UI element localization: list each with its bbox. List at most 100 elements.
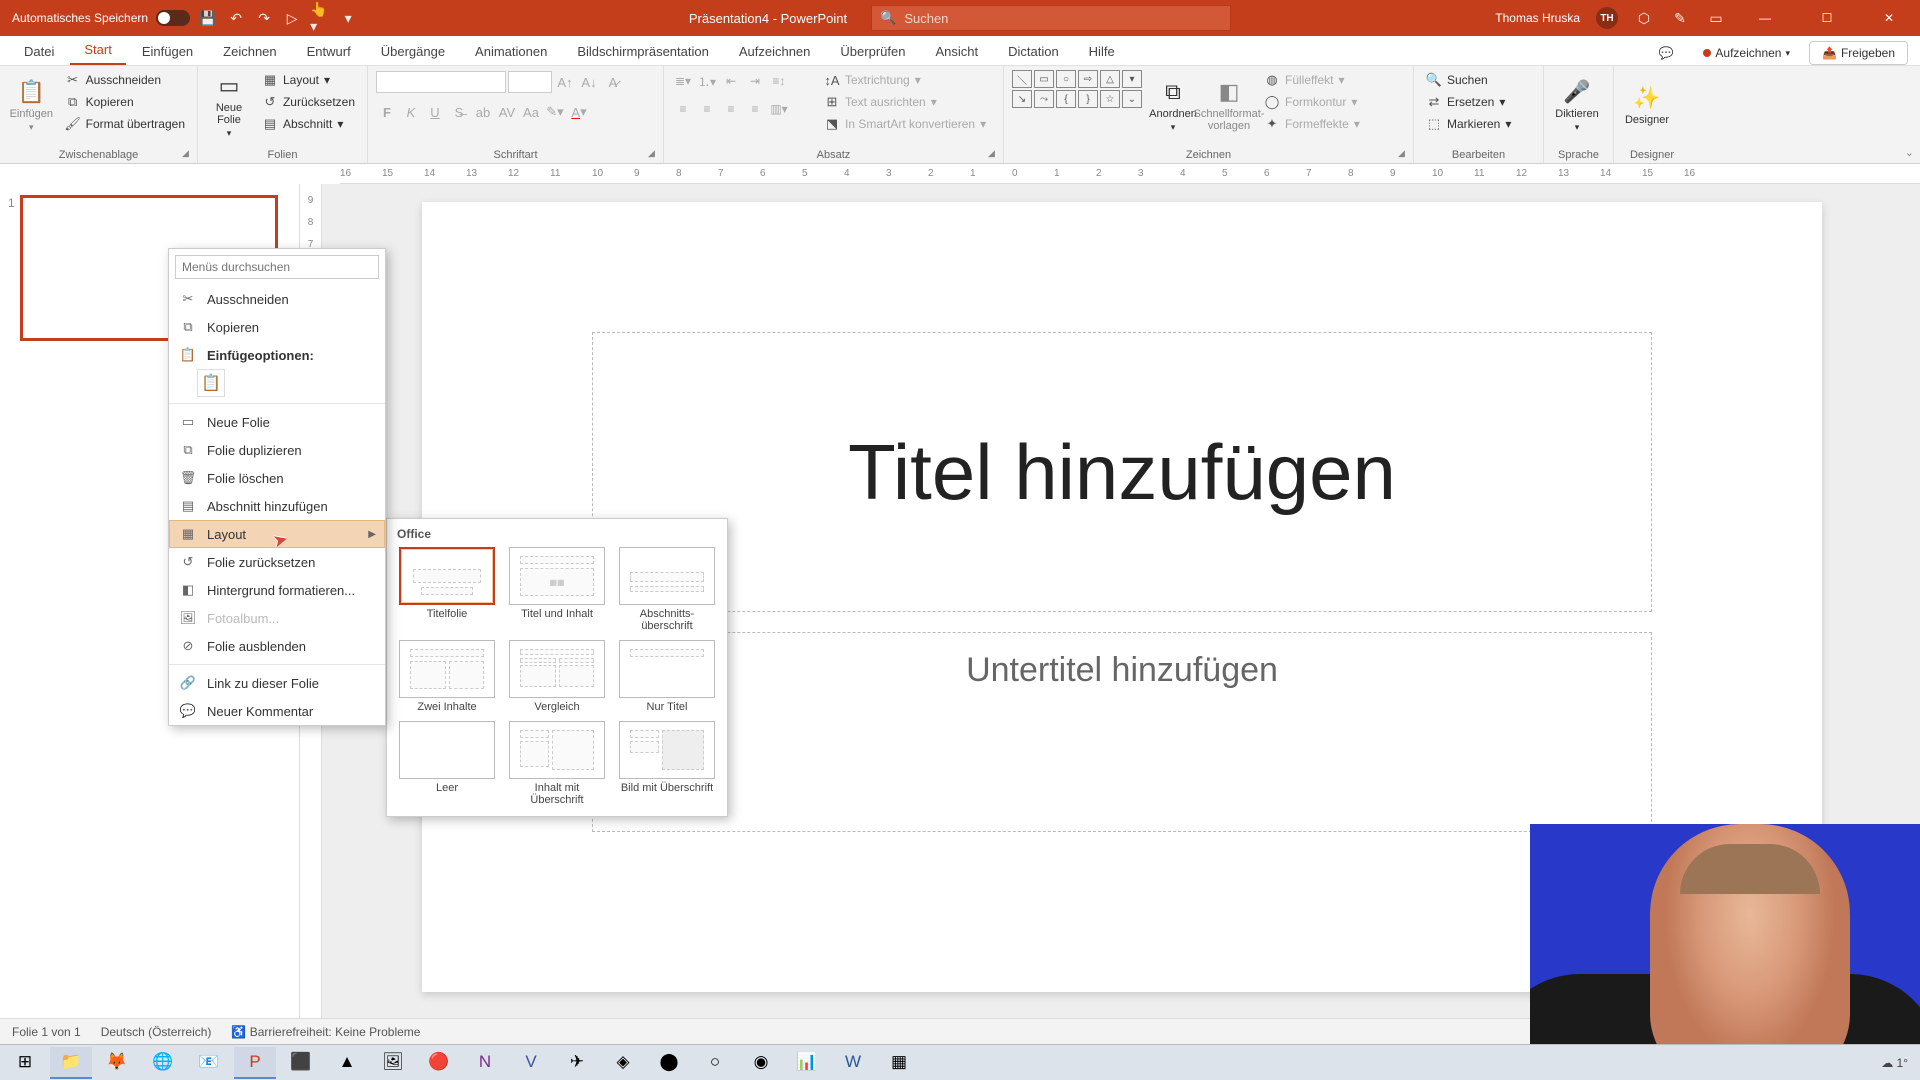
ctx-add-section[interactable]: ▤Abschnitt hinzufügen — [169, 492, 385, 520]
numbering-icon[interactable]: ⒈▾ — [696, 70, 718, 92]
ribbon-collapse-icon[interactable]: ⌄ — [1905, 146, 1914, 159]
align-right-icon[interactable]: ≡ — [720, 98, 742, 120]
ctx-new-comment[interactable]: 💬Neuer Kommentar — [169, 697, 385, 725]
start-menu-icon[interactable]: ⊞ — [4, 1047, 46, 1079]
ctx-duplicate-slide[interactable]: ⧉Folie duplizieren — [169, 436, 385, 464]
outlook-icon[interactable]: 📧 — [188, 1047, 230, 1079]
start-from-beginning-icon[interactable]: ▷ — [282, 8, 302, 28]
font-color-icon[interactable]: A▾ — [568, 101, 590, 123]
user-avatar[interactable]: TH — [1596, 7, 1618, 29]
app-icon-6[interactable]: ◉ — [740, 1047, 782, 1079]
select-button[interactable]: ⬚Markieren ▾ — [1422, 114, 1515, 134]
format-painter-button[interactable]: 🖌Format übertragen — [61, 114, 189, 134]
find-button[interactable]: 🔍Suchen — [1422, 70, 1515, 90]
indent-dec-icon[interactable]: ⇤ — [720, 70, 742, 92]
app-icon-7[interactable]: 📊 — [786, 1047, 828, 1079]
section-button[interactable]: ▤Abschnitt ▾ — [258, 114, 359, 134]
tab-uebergaenge[interactable]: Übergänge — [367, 38, 459, 65]
font-launcher-icon[interactable]: ◢ — [648, 148, 660, 160]
app-icon-1[interactable]: ⬛ — [280, 1047, 322, 1079]
layout-option-3[interactable]: Zwei Inhalte — [397, 640, 497, 713]
shapes-gallery[interactable]: ＼ ▭ ○ ⇨ △ ▾ ↘ ⤳ { } ☆ ⌄ — [1012, 70, 1142, 108]
app-icon-5[interactable]: ○ — [694, 1047, 736, 1079]
ribbon-display-icon[interactable]: ▭ — [1706, 8, 1726, 28]
word-icon[interactable]: W — [832, 1047, 874, 1079]
obs-icon[interactable]: ⬤ — [648, 1047, 690, 1079]
columns-icon[interactable]: ▥▾ — [768, 98, 790, 120]
menu-search-input[interactable] — [175, 255, 379, 279]
justify-icon[interactable]: ≡ — [744, 98, 766, 120]
tab-hilfe[interactable]: Hilfe — [1075, 38, 1129, 65]
clear-format-icon[interactable]: A̷ — [602, 71, 624, 93]
layout-option-4[interactable]: Vergleich — [507, 640, 607, 713]
designer-button[interactable]: ✨Designer — [1622, 70, 1672, 140]
tab-aufzeichnen[interactable]: Aufzeichnen — [725, 38, 825, 65]
layout-option-2[interactable]: Abschnitts-überschrift — [617, 547, 717, 632]
dictate-button[interactable]: 🎤Diktieren▾ — [1552, 70, 1602, 140]
app-icon-3[interactable]: 🔴 — [418, 1047, 460, 1079]
tray-weather-icon[interactable]: ☁ 1° — [1881, 1056, 1908, 1070]
ctx-cut[interactable]: ✂Ausschneiden — [169, 285, 385, 313]
copy-button[interactable]: ⧉Kopieren — [61, 92, 189, 112]
touch-mode-icon[interactable]: 👆▾ — [310, 8, 330, 28]
new-slide-button[interactable]: ▭Neue Folie▾ — [206, 70, 252, 140]
case-icon[interactable]: Aa — [520, 101, 542, 123]
fill-effect-button[interactable]: ◍Fülleffekt ▾ — [1260, 70, 1364, 90]
shape-triangle-icon[interactable]: △ — [1100, 70, 1120, 88]
tab-start[interactable]: Start — [70, 36, 125, 65]
ctx-hide-slide[interactable]: ⊘Folie ausblenden — [169, 632, 385, 660]
comments-icon[interactable]: 💬 — [1647, 41, 1684, 65]
ctx-layout[interactable]: ▦Layout▶ — [169, 520, 385, 548]
layout-button[interactable]: ▦Layout ▾ — [258, 70, 359, 90]
spacing-icon[interactable]: AV — [496, 101, 518, 123]
close-button[interactable]: ✕ — [1866, 0, 1912, 36]
font-size-combo[interactable] — [508, 71, 552, 93]
align-text-button[interactable]: ⊞Text ausrichten ▾ — [820, 92, 990, 112]
share-button[interactable]: 📤Freigeben — [1809, 41, 1908, 65]
title-placeholder[interactable]: Titel hinzufügen — [592, 332, 1652, 612]
shape-rect-icon[interactable]: ▭ — [1034, 70, 1054, 88]
shape-star-icon[interactable]: ☆ — [1100, 90, 1120, 108]
layout-option-6[interactable]: Leer — [397, 721, 497, 806]
shape-brace2-icon[interactable]: } — [1078, 90, 1098, 108]
shadow-icon[interactable]: ab — [472, 101, 494, 123]
ctx-new-slide[interactable]: ▭Neue Folie — [169, 408, 385, 436]
align-left-icon[interactable]: ≡ — [672, 98, 694, 120]
save-icon[interactable]: 💾 — [198, 8, 218, 28]
firefox-icon[interactable]: 🦊 — [96, 1047, 138, 1079]
align-center-icon[interactable]: ≡ — [696, 98, 718, 120]
reset-button[interactable]: ↺Zurücksetzen — [258, 92, 359, 112]
tab-dictation[interactable]: Dictation — [994, 38, 1073, 65]
subtitle-placeholder[interactable]: Untertitel hinzufügen — [592, 632, 1652, 832]
app-icon-2[interactable]: 🖼 — [372, 1047, 414, 1079]
ctx-format-background[interactable]: ◧Hintergrund formatieren... — [169, 576, 385, 604]
cut-button[interactable]: ✂Ausschneiden — [61, 70, 189, 90]
qat-customize-icon[interactable]: ▾ — [338, 8, 358, 28]
smartart-button[interactable]: ⬔In SmartArt konvertieren ▾ — [820, 114, 990, 134]
increase-font-icon[interactable]: A↑ — [554, 71, 576, 93]
maximize-button[interactable]: ☐ — [1804, 0, 1850, 36]
tab-bildschirmpraesentation[interactable]: Bildschirmpräsentation — [563, 38, 723, 65]
tab-datei[interactable]: Datei — [10, 38, 68, 65]
app-icon-4[interactable]: ◈ — [602, 1047, 644, 1079]
shape-brace-icon[interactable]: { — [1056, 90, 1076, 108]
line-spacing-icon[interactable]: ≡↕ — [768, 70, 790, 92]
telegram-icon[interactable]: ✈ — [556, 1047, 598, 1079]
status-language[interactable]: Deutsch (Österreich) — [101, 1025, 212, 1039]
tab-zeichnen[interactable]: Zeichnen — [209, 38, 290, 65]
strike-icon[interactable]: S̶ — [448, 101, 470, 123]
ctx-copy[interactable]: ⧉Kopieren — [169, 313, 385, 341]
vlc-icon[interactable]: ▲ — [326, 1047, 368, 1079]
italic-icon[interactable]: K — [400, 101, 422, 123]
layout-option-8[interactable]: Bild mit Überschrift — [617, 721, 717, 806]
layout-option-7[interactable]: Inhalt mit Überschrift — [507, 721, 607, 806]
record-button[interactable]: Aufzeichnen▾ — [1692, 41, 1801, 65]
quick-styles-button[interactable]: ◧Schnellformat-vorlagen — [1204, 70, 1254, 140]
ctx-delete-slide[interactable]: 🗑Folie löschen — [169, 464, 385, 492]
font-family-combo[interactable] — [376, 71, 506, 93]
layout-option-5[interactable]: Nur Titel — [617, 640, 717, 713]
user-name[interactable]: Thomas Hruska — [1495, 11, 1580, 25]
search-input[interactable] — [904, 11, 1222, 26]
replace-button[interactable]: ⇄Ersetzen ▾ — [1422, 92, 1515, 112]
layout-option-0[interactable]: Titelfolie — [397, 547, 497, 632]
